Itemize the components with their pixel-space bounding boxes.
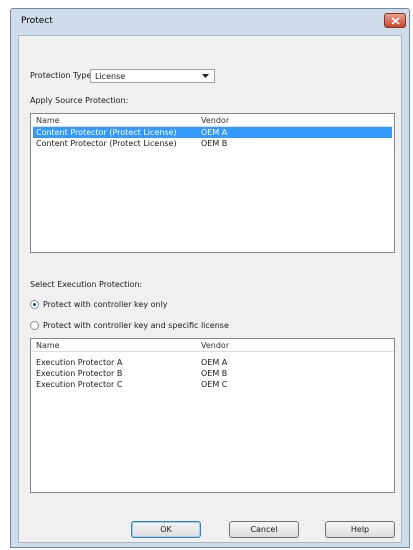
source-protection-label: Apply Source Protection: [30,96,129,105]
radio-controller-key-and-license-label[interactable]: Protect with controller key and specific… [43,321,229,330]
help-button[interactable]: Help [325,521,395,538]
column-header-name[interactable]: Name [36,341,60,350]
execution-protection-list[interactable]: Name Vendor Execution Protector A OEM A … [30,338,395,493]
column-header-vendor[interactable]: Vendor [201,341,229,350]
execution-protection-label: Select Execution Protection: [30,280,143,289]
dialog-content: Protection Type: License Apply Source Pr… [18,35,402,543]
close-button[interactable] [384,13,406,28]
row-name: Execution Protector B [36,369,123,378]
column-header-vendor[interactable]: Vendor [201,116,229,125]
protection-type-dropdown[interactable]: License [90,69,215,83]
list-item[interactable]: Execution Protector C OEM C [33,379,392,390]
radio-controller-key-and-license[interactable] [30,321,39,330]
source-list-header: Name Vendor [31,114,394,127]
list-item[interactable]: Content Protector (Protect License) OEM … [33,127,392,138]
list-item[interactable]: Content Protector (Protect License) OEM … [33,138,392,149]
ok-button[interactable]: OK [131,521,201,538]
protect-dialog: Protect Protection Type: License Apply S… [10,8,410,548]
row-vendor: OEM A [201,358,228,367]
chevron-down-icon [202,74,209,78]
row-vendor: OEM C [201,380,228,389]
row-name: Content Protector (Protect License) [36,128,177,137]
list-item[interactable]: Execution Protector B OEM B [33,368,392,379]
row-vendor: OEM B [201,369,228,378]
protection-type-label: Protection Type: [30,71,95,80]
row-name: Execution Protector C [36,380,123,389]
row-name: Execution Protector A [36,358,123,367]
source-protection-list[interactable]: Name Vendor Content Protector (Protect L… [30,113,395,253]
radio-controller-key-only-label[interactable]: Protect with controller key only [43,300,168,309]
protection-type-value: License [95,72,126,81]
execution-list-header: Name Vendor [31,339,394,352]
list-item[interactable]: Execution Protector A OEM A [33,357,392,368]
column-header-name[interactable]: Name [36,116,60,125]
close-icon [391,17,400,25]
radio-controller-key-only[interactable] [30,300,39,309]
row-name: Content Protector (Protect License) [36,139,177,148]
row-vendor: OEM A [201,128,228,137]
row-vendor: OEM B [201,139,228,148]
dialog-title: Protect [21,16,53,26]
title-bar[interactable]: Protect [11,9,409,35]
cancel-button[interactable]: Cancel [229,521,299,538]
radio-selected-dot [33,303,36,306]
